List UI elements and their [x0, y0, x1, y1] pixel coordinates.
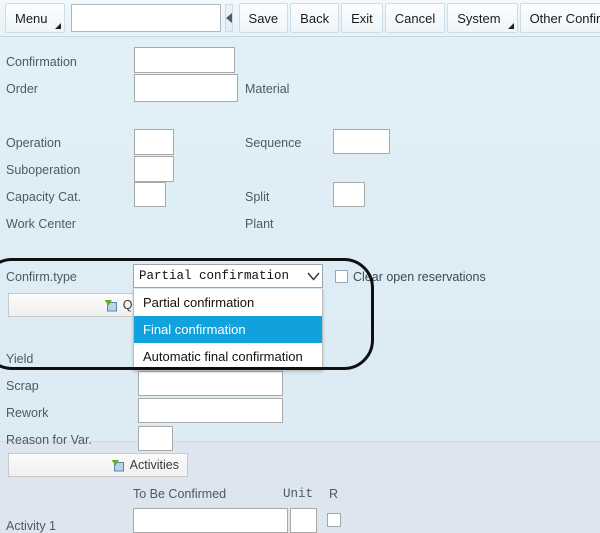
yield-label: Yield [6, 352, 34, 366]
activities-button-label: Activities [129, 458, 179, 472]
split-label: Split [245, 190, 270, 204]
order-label: Order [6, 82, 38, 96]
confirm-type-dropdown-list[interactable]: Partial confirmation Final confirmation … [133, 289, 323, 371]
clear-open-reservations-label: Clear open reservations [353, 270, 486, 284]
dropdown-option-label: Automatic final confirmation [143, 349, 303, 364]
cancel-button[interactable]: Cancel [384, 3, 446, 33]
work-center-label: Work Center [6, 217, 76, 231]
exit-button[interactable]: Exit [341, 3, 383, 33]
cancel-button-label: Cancel [394, 10, 436, 26]
plant-label: Plant [245, 217, 274, 231]
menu-button-label: Menu [15, 10, 48, 26]
confirmation-label: Confirmation [6, 55, 77, 69]
chevron-down-icon [54, 23, 61, 29]
suboperation-label: Suboperation [6, 163, 81, 177]
activity-1-r-checkbox[interactable] [327, 513, 341, 527]
activity-1-unit-input[interactable] [290, 508, 317, 533]
back-button-label: Back [300, 10, 330, 26]
activity-1-label: Activity 1 [6, 519, 57, 533]
sap-confirmation-screen: Menu Save Back Exit Cancel System Other … [0, 0, 600, 533]
activities-button[interactable]: Activities [8, 453, 188, 477]
nav-back-button[interactable] [224, 4, 233, 32]
clear-open-reservations-checkbox[interactable] [335, 270, 348, 283]
toolbar: Menu Save Back Exit Cancel System Other … [0, 0, 600, 37]
folder-expand-icon [111, 459, 125, 472]
split-input[interactable] [333, 182, 365, 207]
command-field[interactable] [70, 4, 221, 32]
confirm-type-combobox[interactable]: Partial confirmation [133, 264, 323, 288]
capacity-cat-input[interactable] [134, 182, 166, 207]
col-unit: Unit [283, 487, 314, 501]
capacity-cat-label: Capacity Cat. [6, 190, 82, 204]
reason-for-var-label: Reason for Var. [6, 433, 92, 447]
col-r: R [329, 487, 339, 501]
chevron-down-icon[interactable] [304, 272, 322, 281]
menu-button[interactable]: Menu [5, 3, 65, 33]
rework-label: Rework [6, 406, 49, 420]
scrap-input[interactable] [138, 371, 283, 396]
scrap-label: Scrap [6, 379, 39, 393]
dropdown-option-label: Final confirmation [143, 322, 246, 337]
chevron-down-icon [507, 23, 514, 29]
back-button[interactable]: Back [290, 3, 340, 33]
save-button-label: Save [248, 10, 279, 26]
sequence-input[interactable] [333, 129, 390, 154]
other-confirmation-button[interactable]: Other Confirma [519, 3, 600, 33]
suboperation-input[interactable] [134, 156, 174, 182]
save-button[interactable]: Save [238, 3, 289, 33]
system-menu-button[interactable]: System [447, 3, 518, 33]
material-label: Material [245, 82, 290, 96]
left-triangle-icon [225, 13, 232, 23]
exit-button-label: Exit [351, 10, 373, 26]
sequence-label: Sequence [245, 136, 302, 150]
dropdown-option-label: Partial confirmation [143, 295, 255, 310]
dropdown-option-final[interactable]: Final confirmation [134, 316, 322, 343]
reason-for-var-input[interactable] [138, 426, 173, 451]
folder-expand-icon [104, 299, 118, 312]
dropdown-option-automatic-final[interactable]: Automatic final confirmation [134, 343, 322, 370]
other-confirmation-label: Other Confirma [529, 10, 600, 26]
col-to-be-confirmed: To Be Confirmed [133, 487, 227, 501]
order-input[interactable] [134, 74, 238, 102]
dropdown-option-partial[interactable]: Partial confirmation [134, 289, 322, 316]
activity-1-input[interactable] [133, 508, 288, 533]
confirm-type-label: Confirm.type [6, 270, 77, 284]
confirm-type-value: Partial confirmation [139, 269, 290, 283]
confirmation-input[interactable] [134, 47, 235, 73]
operation-input[interactable] [134, 129, 174, 155]
rework-input[interactable] [138, 398, 283, 423]
operation-label: Operation [6, 136, 61, 150]
system-menu-label: System [457, 10, 501, 26]
